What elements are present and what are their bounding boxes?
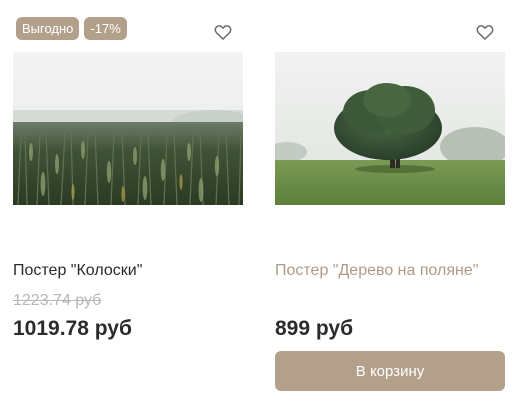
heart-icon[interactable] [475, 22, 495, 42]
promo-badge: Выгодно [16, 17, 80, 40]
discount-badge: -17% [84, 17, 127, 40]
current-price: 899 руб [275, 317, 354, 340]
product-image-tree-meadow[interactable] [275, 52, 505, 205]
product-card-tree[interactable]: Постер "Дерево на поляне" 899 руб В корз… [275, 0, 506, 406]
product-title[interactable]: Постер "Дерево на поляне" [275, 262, 478, 280]
badge-group: Выгодно -17% [16, 17, 127, 40]
product-image-wheat-field[interactable] [13, 52, 243, 205]
add-to-cart-button[interactable]: В корзину [275, 351, 505, 391]
product-card-kolosky[interactable]: Выгодно -17% Постер "Колоски" 1223.74 ру… [13, 0, 244, 406]
current-price: 1019.78 руб [13, 317, 132, 340]
product-title[interactable]: Постер "Колоски" [13, 262, 142, 280]
old-price: 1223.74 руб [13, 292, 102, 309]
heart-icon[interactable] [213, 22, 233, 42]
